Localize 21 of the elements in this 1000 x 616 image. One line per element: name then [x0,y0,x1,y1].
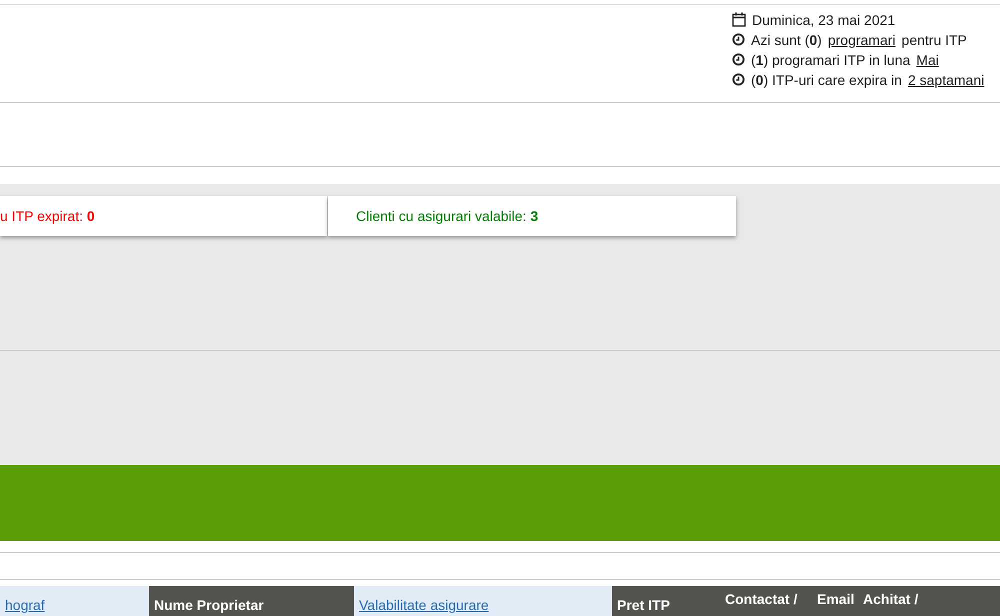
info-link[interactable]: 2 saptamani [908,72,984,88]
column-header[interactable]: Contactat / [720,586,812,616]
stat-text: Clienti cu asigurari valabile: 3 [356,208,538,224]
stat-text: u ITP expirat: 0 [0,208,95,224]
column-header[interactable]: Nume Proprietar [149,586,354,616]
calendar-icon [732,12,746,27]
column-header[interactable]: Achitat / [858,586,1000,616]
info-text: (1) programari ITP in luna [751,52,910,68]
clock-icon [732,33,745,46]
sortable-column-header[interactable]: Valabilitate asigurare [354,586,612,616]
column-header[interactable]: Email [812,586,858,616]
clock-icon [732,53,745,66]
info-link[interactable]: Mai [916,52,939,68]
info-link[interactable]: programari [828,32,896,48]
sortable-column-header[interactable]: hograf [0,586,149,616]
info-text: Azi sunt (0) [751,32,822,48]
date-text: Duminica, 23 mai 2021 [752,12,896,28]
clock-icon [732,73,745,86]
info-text: pentru ITP [902,32,967,48]
info-text: (0) ITP-uri care expira in [751,72,902,88]
column-header[interactable]: Pret ITP [612,586,720,616]
